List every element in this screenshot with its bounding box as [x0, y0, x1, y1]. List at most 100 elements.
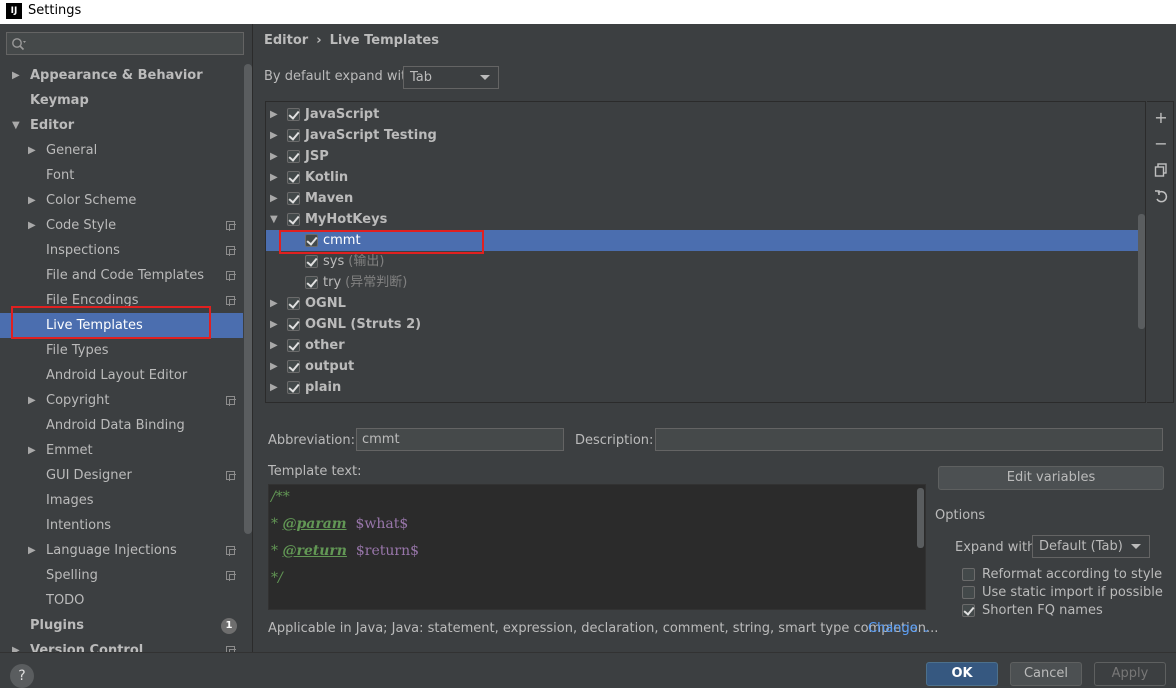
sidebar-item-android-data-binding[interactable]: Android Data Binding — [0, 413, 243, 438]
sidebar-item-label: Android Layout Editor — [46, 368, 188, 383]
template-token: $return$ — [355, 543, 419, 559]
apply-button[interactable]: Apply — [1094, 662, 1166, 686]
chevron-right-icon[interactable]: ▶ — [270, 314, 278, 335]
chevron-right-icon[interactable]: ▶ — [12, 638, 20, 652]
sidebar-item-editor[interactable]: ▼ Editor — [0, 113, 243, 138]
remove-icon[interactable]: − — [1154, 136, 1168, 152]
add-icon[interactable]: + — [1154, 110, 1168, 126]
chevron-right-icon[interactable]: ▶ — [270, 356, 278, 377]
sidebar-item-version-control[interactable]: ▶ Version Control — [0, 638, 243, 652]
chevron-right-icon[interactable]: ▶ — [28, 138, 36, 163]
restore-icon[interactable] — [1154, 189, 1168, 203]
sidebar-item-language-injections[interactable]: ▶ Language Injections — [0, 538, 243, 563]
sidebar-item-appearance-behavior[interactable]: ▶ Appearance & Behavior — [0, 63, 243, 88]
sidebar-item-images[interactable]: Images — [0, 488, 243, 513]
template-group-output[interactable]: ▶ output — [266, 356, 1145, 377]
template-group-plain[interactable]: ▶ plain — [266, 377, 1145, 398]
sidebar-item-copyright[interactable]: ▶ Copyright — [0, 388, 243, 413]
live-templates-panel: Editor › Live Templates By default expand … — [254, 24, 1176, 652]
editor-scrollbar[interactable] — [917, 488, 924, 548]
chevron-right-icon[interactable]: ▶ — [270, 377, 278, 398]
template-enabled-checkbox[interactable] — [287, 192, 300, 205]
template-label-wrap: JSP — [305, 146, 329, 167]
template-item-sys[interactable]: sys (输出) — [266, 251, 1145, 272]
template-group-myhotkeys[interactable]: ▼ MyHotKeys — [266, 209, 1145, 230]
template-group-kotlin[interactable]: ▶ Kotlin — [266, 167, 1145, 188]
template-enabled-checkbox[interactable] — [287, 339, 300, 352]
chevron-right-icon[interactable]: ▶ — [28, 438, 36, 463]
sidebar-item-plugins[interactable]: Plugins 1 — [0, 613, 243, 638]
template-enabled-checkbox[interactable] — [305, 276, 318, 289]
template-enabled-checkbox[interactable] — [287, 402, 300, 403]
templates-scrollbar[interactable] — [1138, 214, 1145, 329]
sidebar-item-todo[interactable]: TODO — [0, 588, 243, 613]
template-enabled-checkbox[interactable] — [287, 318, 300, 331]
description-input[interactable] — [655, 428, 1163, 451]
chevron-right-icon[interactable]: ▶ — [12, 63, 20, 88]
checkbox-box[interactable] — [962, 568, 975, 581]
sidebar-item-code-style[interactable]: ▶ Code Style — [0, 213, 243, 238]
sidebar-item-spelling[interactable]: Spelling — [0, 563, 243, 588]
chevron-down-icon[interactable]: ▼ — [12, 113, 20, 138]
edit-variables-button[interactable]: Edit variables — [938, 466, 1164, 490]
template-enabled-checkbox[interactable] — [287, 213, 300, 226]
sidebar-item-font[interactable]: Font — [0, 163, 243, 188]
template-group-javascript-testing[interactable]: ▶ JavaScript Testing — [266, 125, 1145, 146]
copy-icon[interactable] — [1154, 163, 1168, 177]
chevron-right-icon[interactable]: ▶ — [28, 188, 36, 213]
template-group-ognl[interactable]: ▶ OGNL — [266, 293, 1145, 314]
change-contexts-link[interactable]: Change ⌄ — [868, 621, 930, 636]
chevron-right-icon[interactable]: ▶ — [270, 188, 278, 209]
template-enabled-checkbox[interactable] — [287, 360, 300, 373]
template-group-jsp[interactable]: ▶ JSP — [266, 146, 1145, 167]
settings-search-input[interactable] — [6, 32, 244, 55]
sidebar-item-file-types[interactable]: File Types — [0, 338, 243, 363]
sidebar-item-android-layout-editor[interactable]: Android Layout Editor — [0, 363, 243, 388]
chevron-right-icon[interactable]: ▶ — [28, 538, 36, 563]
ok-button[interactable]: OK — [926, 662, 998, 686]
chevron-right-icon[interactable]: ▶ — [270, 146, 278, 167]
checkbox-box[interactable] — [962, 586, 975, 599]
sidebar-item-emmet[interactable]: ▶ Emmet — [0, 438, 243, 463]
sidebar-scrollbar[interactable] — [244, 64, 252, 534]
abbreviation-input[interactable]: cmmt — [356, 428, 564, 451]
chevron-right-icon[interactable]: ▶ — [28, 388, 36, 413]
template-group-ognl-struts-2[interactable]: ▶ OGNL (Struts 2) — [266, 314, 1145, 335]
template-group-maven[interactable]: ▶ Maven — [266, 188, 1145, 209]
expand-with-select[interactable]: Tab — [403, 66, 499, 89]
chevron-right-icon[interactable]: ▶ — [270, 125, 278, 146]
chevron-right-icon[interactable]: ▶ — [270, 167, 278, 188]
abbreviation-label: Abbreviation: — [268, 433, 356, 448]
template-group-javascript[interactable]: ▶ JavaScript — [266, 104, 1145, 125]
chevron-right-icon[interactable]: ▶ — [270, 104, 278, 125]
chevron-right-icon[interactable]: ▶ — [28, 213, 36, 238]
sidebar-item-file-and-code-templates[interactable]: File and Code Templates — [0, 263, 243, 288]
options-expand-with-select[interactable]: Default (Tab) — [1032, 535, 1150, 558]
cancel-button[interactable]: Cancel — [1010, 662, 1082, 686]
template-enabled-checkbox[interactable] — [287, 297, 300, 310]
chevron-right-icon[interactable]: ▶ — [270, 293, 278, 314]
chevron-down-icon[interactable]: ▼ — [270, 209, 278, 230]
template-enabled-checkbox[interactable] — [287, 171, 300, 184]
sidebar-item-keymap[interactable]: Keymap — [0, 88, 243, 113]
sidebar-item-inspections[interactable]: Inspections — [0, 238, 243, 263]
help-button[interactable]: ? — [10, 664, 34, 688]
template-group-partial[interactable] — [266, 398, 1145, 403]
chevron-right-icon[interactable]: ▶ — [270, 335, 278, 356]
template-enabled-checkbox[interactable] — [287, 150, 300, 163]
template-text-editor[interactable]: /** * @param $what$ * @return $return$ */ — [268, 484, 926, 610]
template-enabled-checkbox[interactable] — [287, 108, 300, 121]
cmmt-highlight — [279, 230, 484, 254]
template-group-other[interactable]: ▶ other — [266, 335, 1145, 356]
template-item-try[interactable]: try (异常判断) — [266, 272, 1145, 293]
sidebar-item-gui-designer[interactable]: GUI Designer — [0, 463, 243, 488]
template-enabled-checkbox[interactable] — [287, 381, 300, 394]
template-enabled-checkbox[interactable] — [305, 255, 318, 268]
sidebar-item-general[interactable]: ▶ General — [0, 138, 243, 163]
template-enabled-checkbox[interactable] — [287, 129, 300, 142]
sidebar-item-intentions[interactable]: Intentions — [0, 513, 243, 538]
checkbox-box[interactable] — [962, 604, 975, 617]
template-label-wrap: plain — [305, 377, 341, 398]
window-title: Settings — [28, 3, 82, 18]
sidebar-item-color-scheme[interactable]: ▶ Color Scheme — [0, 188, 243, 213]
